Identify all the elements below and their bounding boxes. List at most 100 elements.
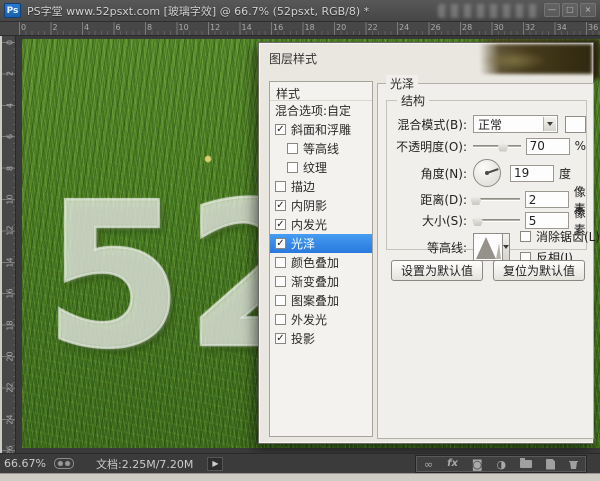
link-layers-icon[interactable]: ∞: [424, 459, 433, 470]
structure-group: 结构 混合模式(B): 正常 不透明度(O):: [386, 100, 587, 250]
ruler-number: 22: [368, 23, 378, 32]
ruler-number: 20: [336, 23, 346, 32]
ruler-number: 20: [6, 349, 15, 365]
document-size-info[interactable]: 文档:2.25M/7.20M: [96, 456, 193, 472]
gradient-overlay-checkbox[interactable]: [275, 276, 286, 287]
status-menu-button[interactable]: ▶: [207, 457, 223, 471]
style-item-drop-shadow[interactable]: ✓投影: [270, 329, 372, 348]
ruler-number: 0: [6, 35, 15, 51]
angle-dial-center: [485, 171, 489, 175]
close-button[interactable]: ×: [580, 3, 596, 17]
stroke-checkbox[interactable]: [275, 181, 286, 192]
reset-default-button[interactable]: 复位为默认值: [493, 260, 585, 281]
outer-glow-checkbox[interactable]: [275, 314, 286, 325]
angle-dial[interactable]: [473, 159, 501, 187]
style-item-label: 内发光: [291, 216, 327, 233]
layers-panel-toolbar: ∞ fx ◙ ◑: [416, 456, 586, 472]
style-item-outer-glow[interactable]: 外发光: [270, 310, 372, 329]
style-item-inner-glow[interactable]: ✓ 内发光: [270, 215, 372, 234]
restore-button[interactable]: □: [562, 3, 578, 17]
pattern-overlay-checkbox[interactable]: [275, 295, 286, 306]
layer-mask-icon[interactable]: ◙: [472, 459, 483, 470]
new-group-icon[interactable]: [520, 460, 532, 468]
style-item-gradient-overlay[interactable]: 渐变叠加: [270, 272, 372, 291]
distance-slider[interactable]: [473, 193, 520, 206]
style-item-contour[interactable]: 等高线: [270, 139, 372, 158]
new-layer-icon[interactable]: [546, 459, 555, 470]
satin-settings-panel: 光泽 结构 混合模式(B): 正常 不透明度(O):: [377, 83, 594, 439]
ruler-number: 24: [6, 411, 15, 427]
ruler-number: 18: [305, 23, 315, 32]
contour-cone-icon: [474, 234, 502, 260]
layer-style-dialog: 图层样式 样式 混合选项:自定✓斜面和浮雕等高线纹理描边✓内阴影✓内发光✓光泽颜…: [258, 42, 594, 444]
style-item-label: 等高线: [303, 140, 339, 157]
contour-dropdown-arrow[interactable]: [503, 233, 510, 261]
ruler-number: 22: [6, 380, 15, 396]
delete-layer-icon[interactable]: [569, 459, 578, 469]
size-label: 大小(S):: [387, 212, 473, 229]
style-item-texture[interactable]: 纹理: [270, 158, 372, 177]
styles-list: 混合选项:自定✓斜面和浮雕等高线纹理描边✓内阴影✓内发光✓光泽颜色叠加渐变叠加图…: [270, 101, 372, 348]
zoom-level-field[interactable]: 66.67%: [4, 457, 54, 470]
size-slider[interactable]: [473, 214, 520, 227]
style-item-color-overlay[interactable]: 颜色叠加: [270, 253, 372, 272]
ruler-number: 32: [525, 23, 535, 32]
inner-shadow-checkbox[interactable]: ✓: [275, 200, 286, 211]
style-item-label: 混合选项:自定: [275, 102, 351, 119]
bevel-emboss-checkbox[interactable]: ✓: [275, 124, 286, 135]
style-item-label: 外发光: [291, 311, 327, 328]
style-item-satin[interactable]: ✓光泽: [270, 234, 372, 253]
photoshop-window: Ps PS字堂 www.52psxt.com [玻璃字效] @ 66.7% (5…: [0, 0, 600, 481]
size-slider-thumb[interactable]: [472, 216, 483, 226]
ruler-number: 26: [431, 23, 441, 32]
styles-listbox: 样式 混合选项:自定✓斜面和浮雕等高线纹理描边✓内阴影✓内发光✓光泽颜色叠加渐变…: [269, 81, 373, 437]
angle-input[interactable]: [510, 165, 554, 182]
blend-mode-dropdown[interactable]: 正常: [473, 115, 558, 133]
texture-checkbox[interactable]: [287, 162, 298, 173]
adjustment-layer-icon[interactable]: ◑: [497, 459, 507, 470]
distance-input[interactable]: [525, 191, 569, 208]
opacity-input[interactable]: [526, 138, 570, 155]
ruler-number: 2: [6, 66, 15, 82]
minimize-button[interactable]: —: [544, 3, 560, 17]
drop-shadow-checkbox[interactable]: ✓: [275, 333, 286, 344]
opacity-slider[interactable]: [473, 140, 521, 153]
ruler-number: 10: [6, 192, 15, 208]
ruler-number: 10: [179, 23, 189, 32]
opacity-slider-thumb[interactable]: [498, 142, 509, 152]
satin-checkbox[interactable]: ✓: [275, 238, 286, 249]
antialias-checkbox[interactable]: [520, 231, 531, 242]
style-item-inner-shadow[interactable]: ✓内阴影: [270, 196, 372, 215]
style-item-pattern-overlay[interactable]: 图案叠加: [270, 291, 372, 310]
ruler-number: 6: [6, 129, 15, 145]
contour-checkbox[interactable]: [287, 143, 298, 154]
set-default-button[interactable]: 设置为默认值: [391, 260, 483, 281]
style-item-blending-options[interactable]: 混合选项:自定: [270, 101, 372, 120]
layer-style-icon[interactable]: fx: [447, 459, 458, 469]
blend-mode-value: 正常: [478, 116, 502, 133]
watermark-smudge: [438, 4, 542, 18]
contour-picker[interactable]: [473, 233, 503, 261]
ruler-number: 16: [6, 286, 15, 302]
size-input[interactable]: [525, 212, 569, 229]
ruler-number: 16: [273, 23, 283, 32]
opacity-unit: %: [575, 139, 586, 153]
photo-remnant-artifact: [480, 44, 592, 74]
color-overlay-checkbox[interactable]: [275, 257, 286, 268]
ruler-number: 4: [6, 97, 15, 113]
antialias-checkbox-row[interactable]: 消除锯齿(L): [520, 228, 600, 245]
style-item-stroke[interactable]: 描边: [270, 177, 372, 196]
inner-glow-checkbox[interactable]: ✓: [275, 219, 286, 230]
ruler-vertical[interactable]: 02468101214161820222426: [0, 36, 16, 453]
ruler-number: 24: [399, 23, 409, 32]
ruler-number: 28: [462, 23, 472, 32]
satin-color-swatch[interactable]: [565, 116, 586, 133]
dialog-title: 图层样式: [269, 50, 317, 67]
style-item-bevel-emboss[interactable]: ✓斜面和浮雕: [270, 120, 372, 139]
statusbar: 66.67% 文档:2.25M/7.20M ▶ ∞ fx ◙ ◑: [0, 453, 600, 473]
ruler-horizontal[interactable]: 024681012141618202224262830323436: [0, 22, 600, 36]
antialias-label: 消除锯齿(L): [536, 228, 600, 245]
ruler-number: 12: [6, 223, 15, 239]
ruler-number: 4: [84, 23, 89, 32]
style-item-label: 纹理: [303, 159, 327, 176]
